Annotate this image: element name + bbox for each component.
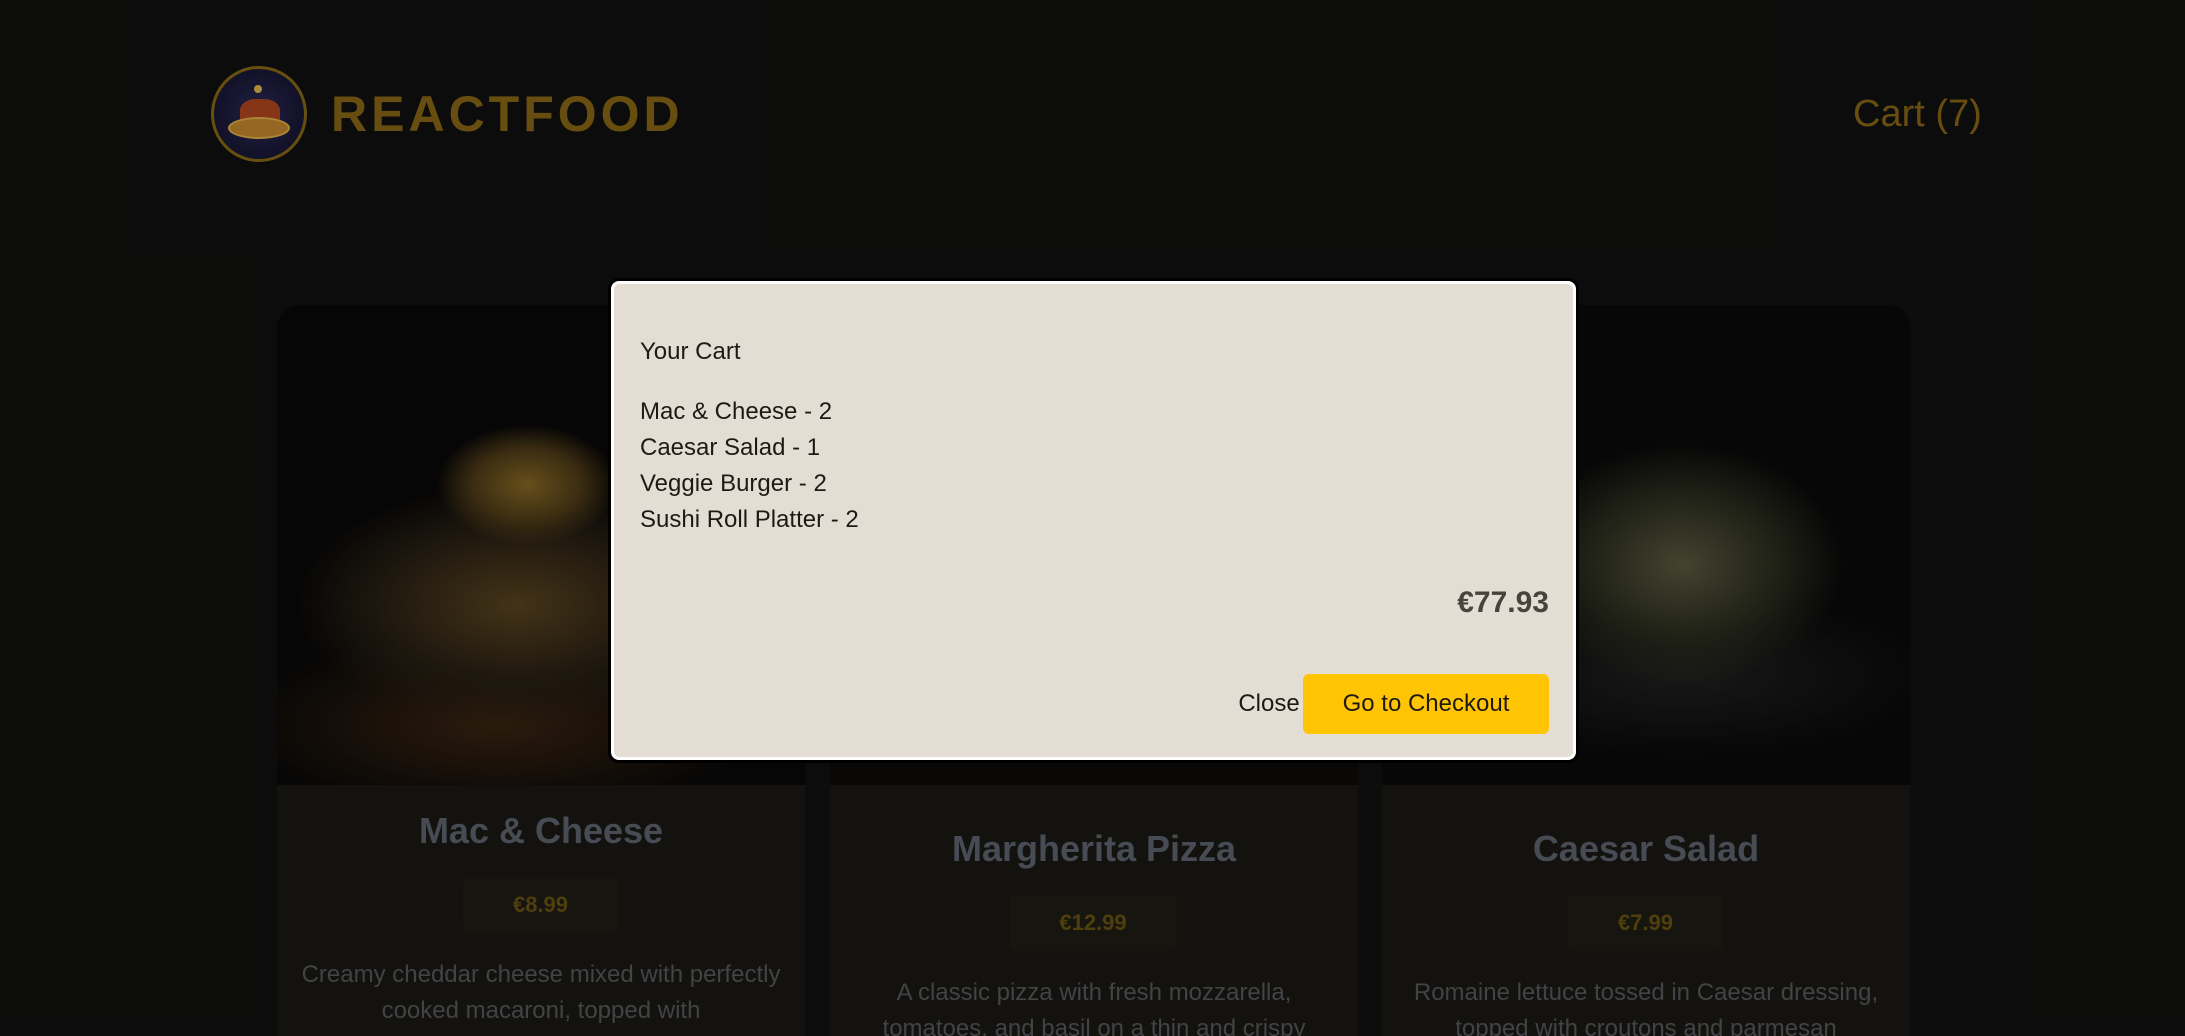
cart-item-list: Mac & Cheese - 2 Caesar Salad - 1 Veggie… bbox=[640, 394, 859, 538]
cart-item: Caesar Salad - 1 bbox=[640, 434, 821, 461]
cart-item: Sushi Roll Platter - 2 bbox=[640, 506, 859, 533]
cart-item: Mac & Cheese - 2 bbox=[640, 398, 833, 425]
cart-item: Veggie Burger - 2 bbox=[640, 470, 827, 497]
cart-total: €77.93 bbox=[1457, 586, 1549, 619]
cart-modal: Your Cart Mac & Cheese - 2 Caesar Salad … bbox=[611, 281, 1576, 760]
modal-title: Your Cart bbox=[640, 338, 741, 365]
checkout-button[interactable]: Go to Checkout bbox=[1303, 674, 1549, 734]
